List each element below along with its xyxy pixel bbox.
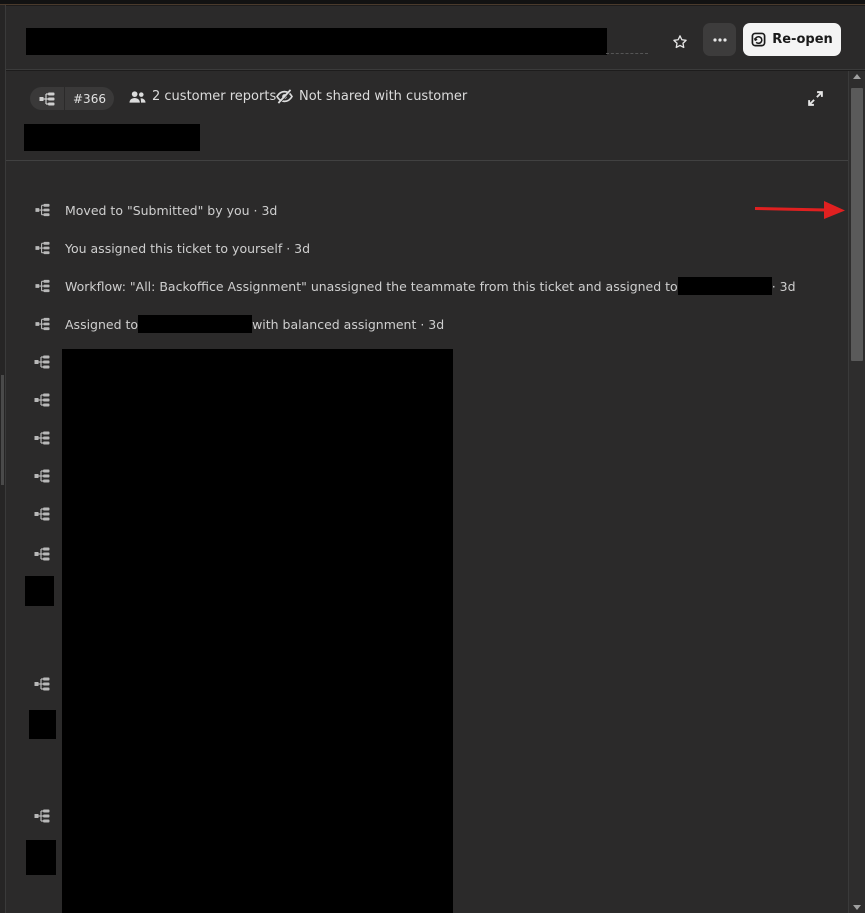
event-icon-wrap bbox=[34, 278, 50, 294]
ticket-number: #366 bbox=[73, 91, 106, 106]
ticket-subtitle-redacted bbox=[24, 124, 200, 151]
redacted-avatar bbox=[25, 576, 54, 606]
window-top-border bbox=[0, 0, 865, 5]
redacted-avatar bbox=[26, 840, 56, 875]
event-text: Workflow: "All: Backoffice Assignment" u… bbox=[65, 278, 678, 294]
left-strip-marker bbox=[1, 375, 4, 485]
activity-event: You assigned this ticket to yourself · 3… bbox=[34, 238, 310, 258]
customer-reports[interactable]: 2 customer reports bbox=[129, 89, 276, 104]
event-icon-wrap bbox=[34, 316, 50, 332]
ticket-meta-row: #366 2 customer reports Not shared with … bbox=[6, 71, 848, 161]
reopen-icon bbox=[751, 32, 766, 47]
ticket-panel: #366 2 customer reports Not shared with … bbox=[6, 71, 848, 913]
ticket-id-pill[interactable]: #366 bbox=[30, 87, 114, 110]
scrollbar-thumb[interactable] bbox=[851, 88, 863, 361]
annotation-arrow-icon bbox=[754, 201, 845, 219]
assignee-redacted[interactable] bbox=[138, 315, 253, 333]
workflow-icon bbox=[34, 469, 50, 483]
workflow-icon bbox=[39, 92, 55, 105]
sharing-status-label: Not shared with customer bbox=[299, 89, 468, 104]
ticket-title-redacted[interactable] bbox=[26, 28, 607, 55]
reopen-label: Re-open bbox=[772, 32, 833, 47]
workflow-icon bbox=[34, 431, 50, 445]
activity-event: Workflow: "All: Backoffice Assignment" u… bbox=[34, 276, 796, 296]
title-underline bbox=[606, 53, 648, 54]
workflow-icon bbox=[34, 809, 50, 823]
expand-icon[interactable] bbox=[807, 90, 824, 107]
more-horizontal-icon bbox=[712, 37, 727, 42]
activity-event: Assigned to with balanced assignment · 3… bbox=[34, 314, 444, 334]
pill-workflow-icon-wrap bbox=[30, 87, 65, 110]
workflow-icon bbox=[34, 241, 50, 255]
customer-reports-label: 2 customer reports bbox=[152, 89, 277, 104]
redacted-content-block bbox=[62, 349, 453, 913]
event-text: Assigned to bbox=[65, 316, 139, 332]
event-time: · 3d bbox=[771, 278, 796, 294]
vertical-scrollbar[interactable] bbox=[848, 71, 865, 913]
scroll-down-arrow-icon[interactable] bbox=[853, 905, 861, 910]
redacted-avatar bbox=[29, 710, 56, 739]
event-icon-wrap bbox=[34, 240, 50, 256]
people-icon bbox=[129, 90, 146, 103]
star-icon bbox=[672, 34, 687, 48]
workflow-icon bbox=[34, 203, 50, 217]
sharing-status[interactable]: Not shared with customer bbox=[276, 89, 467, 104]
workflow-icon bbox=[34, 507, 50, 521]
reopen-button[interactable]: Re-open bbox=[743, 23, 841, 56]
assignee-redacted[interactable] bbox=[677, 277, 772, 295]
event-text: Moved to "Submitted" by you · 3d bbox=[65, 202, 278, 218]
star-button[interactable] bbox=[666, 28, 693, 55]
event-text-suffix: with balanced assignment · 3d bbox=[252, 316, 445, 332]
scroll-up-arrow-icon[interactable] bbox=[853, 74, 861, 79]
event-icon-wrap bbox=[34, 202, 50, 218]
eye-off-icon bbox=[276, 89, 293, 104]
more-options-button[interactable] bbox=[703, 23, 736, 56]
workflow-icon bbox=[34, 547, 50, 561]
ticket-header: Re-open bbox=[6, 6, 865, 70]
workflow-icon bbox=[34, 279, 50, 293]
workflow-icon bbox=[34, 677, 50, 691]
event-text: You assigned this ticket to yourself · 3… bbox=[65, 240, 311, 256]
workflow-icon bbox=[34, 355, 50, 369]
activity-event: Moved to "Submitted" by you · 3d bbox=[34, 200, 277, 220]
workflow-icon bbox=[34, 393, 50, 407]
workflow-icon bbox=[34, 317, 50, 331]
